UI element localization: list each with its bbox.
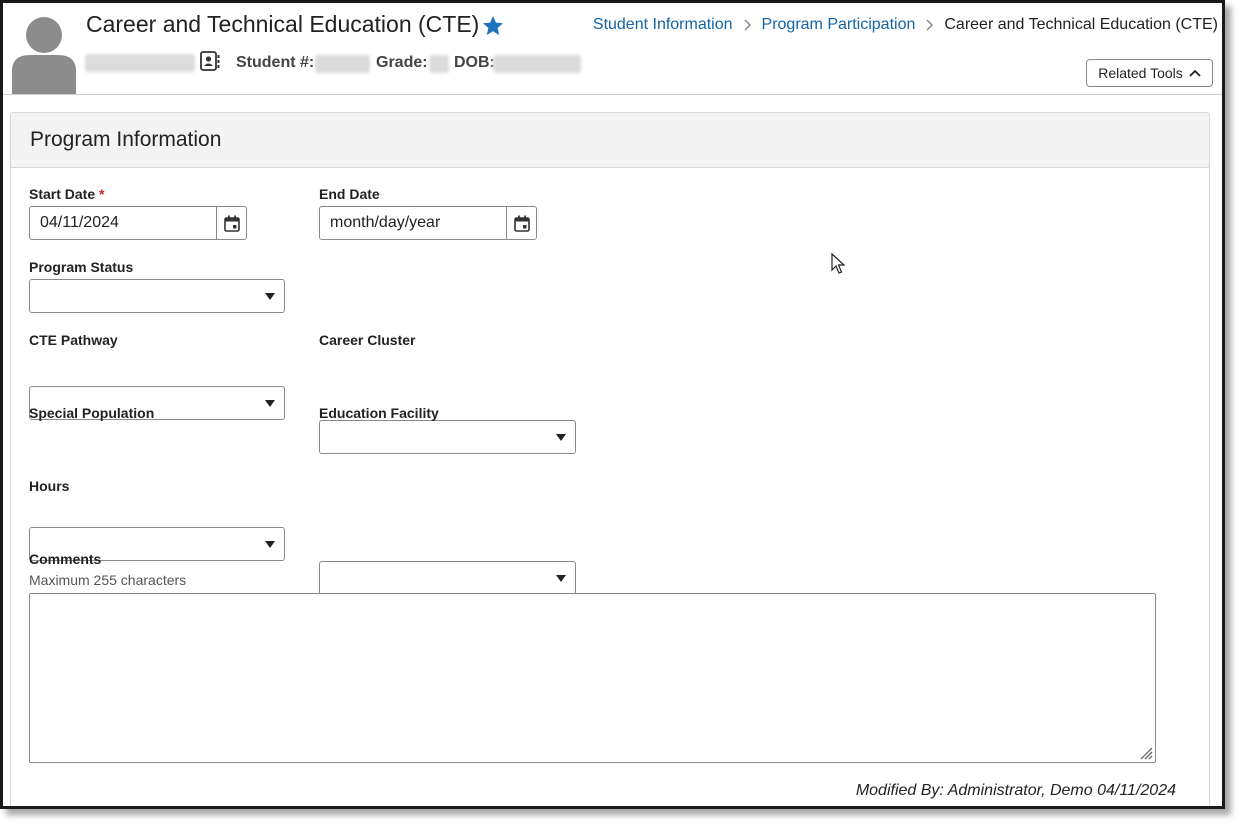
career-cluster-select[interactable] (319, 420, 576, 454)
hours-label: Hours (29, 478, 70, 494)
dob-redacted (493, 55, 581, 73)
education-facility-label: Education Facility (319, 405, 439, 421)
chevron-up-icon (1189, 69, 1201, 77)
program-status-select[interactable] (29, 279, 285, 313)
career-cluster-label: Career Cluster (319, 332, 416, 348)
header-divider (3, 94, 1222, 95)
breadcrumb-program-participation[interactable]: Program Participation (762, 16, 916, 34)
student-name-redacted (85, 54, 195, 72)
caret-down-icon (556, 575, 566, 582)
end-date-placeholder: month/day/year (330, 214, 441, 231)
caret-down-icon (556, 434, 566, 441)
related-tools-label: Related Tools (1098, 65, 1183, 81)
resize-handle-icon[interactable] (1137, 744, 1153, 760)
grade-label: Grade: (376, 54, 428, 71)
calendar-icon[interactable] (506, 207, 536, 239)
panel-title: Program Information (30, 128, 222, 151)
related-tools-button[interactable]: Related Tools (1086, 59, 1213, 87)
breadcrumb-current: Career and Technical Education (CTE) (944, 16, 1218, 33)
panel-header: Program Information (11, 113, 1209, 168)
modified-by-text: Modified By: Administrator, Demo 04/11/2… (855, 782, 1176, 799)
comments-textarea[interactable] (29, 593, 1156, 763)
breadcrumb: Student Information Program Participatio… (593, 16, 1218, 34)
chevron-right-icon (744, 19, 751, 31)
education-facility-select[interactable] (319, 561, 576, 595)
caret-down-icon (265, 400, 275, 407)
caret-down-icon (265, 541, 275, 548)
comments-label: Comments (29, 551, 102, 567)
comments-hint: Maximum 255 characters (29, 572, 187, 588)
grade-redacted (429, 55, 449, 73)
page-title: Career and Technical Education (CTE) (86, 11, 480, 37)
avatar (12, 15, 76, 94)
app-window: Career and Technical Education (CTE) Stu… (0, 0, 1225, 809)
dob-label: DOB: (454, 54, 495, 71)
required-indicator: * (99, 186, 105, 202)
student-number-redacted (315, 55, 370, 73)
special-population-label: Special Population (29, 405, 155, 421)
program-status-label: Program Status (29, 259, 134, 275)
end-date-input[interactable]: month/day/year (319, 206, 537, 240)
cte-pathway-label: CTE Pathway (29, 332, 118, 348)
calendar-icon[interactable] (216, 207, 246, 239)
contact-card-icon[interactable] (199, 50, 221, 72)
breadcrumb-student-information[interactable]: Student Information (593, 16, 733, 34)
favorite-star-icon[interactable] (481, 14, 505, 38)
end-date-label: End Date (319, 186, 380, 202)
mouse-cursor-icon (831, 252, 846, 280)
start-date-label: Start Date * (29, 186, 105, 202)
start-date-value: 04/11/2024 (40, 214, 119, 231)
student-number-label: Student #: (236, 54, 315, 71)
start-date-input[interactable]: 04/11/2024 (29, 206, 247, 240)
chevron-right-icon (926, 19, 934, 31)
caret-down-icon (265, 293, 275, 300)
